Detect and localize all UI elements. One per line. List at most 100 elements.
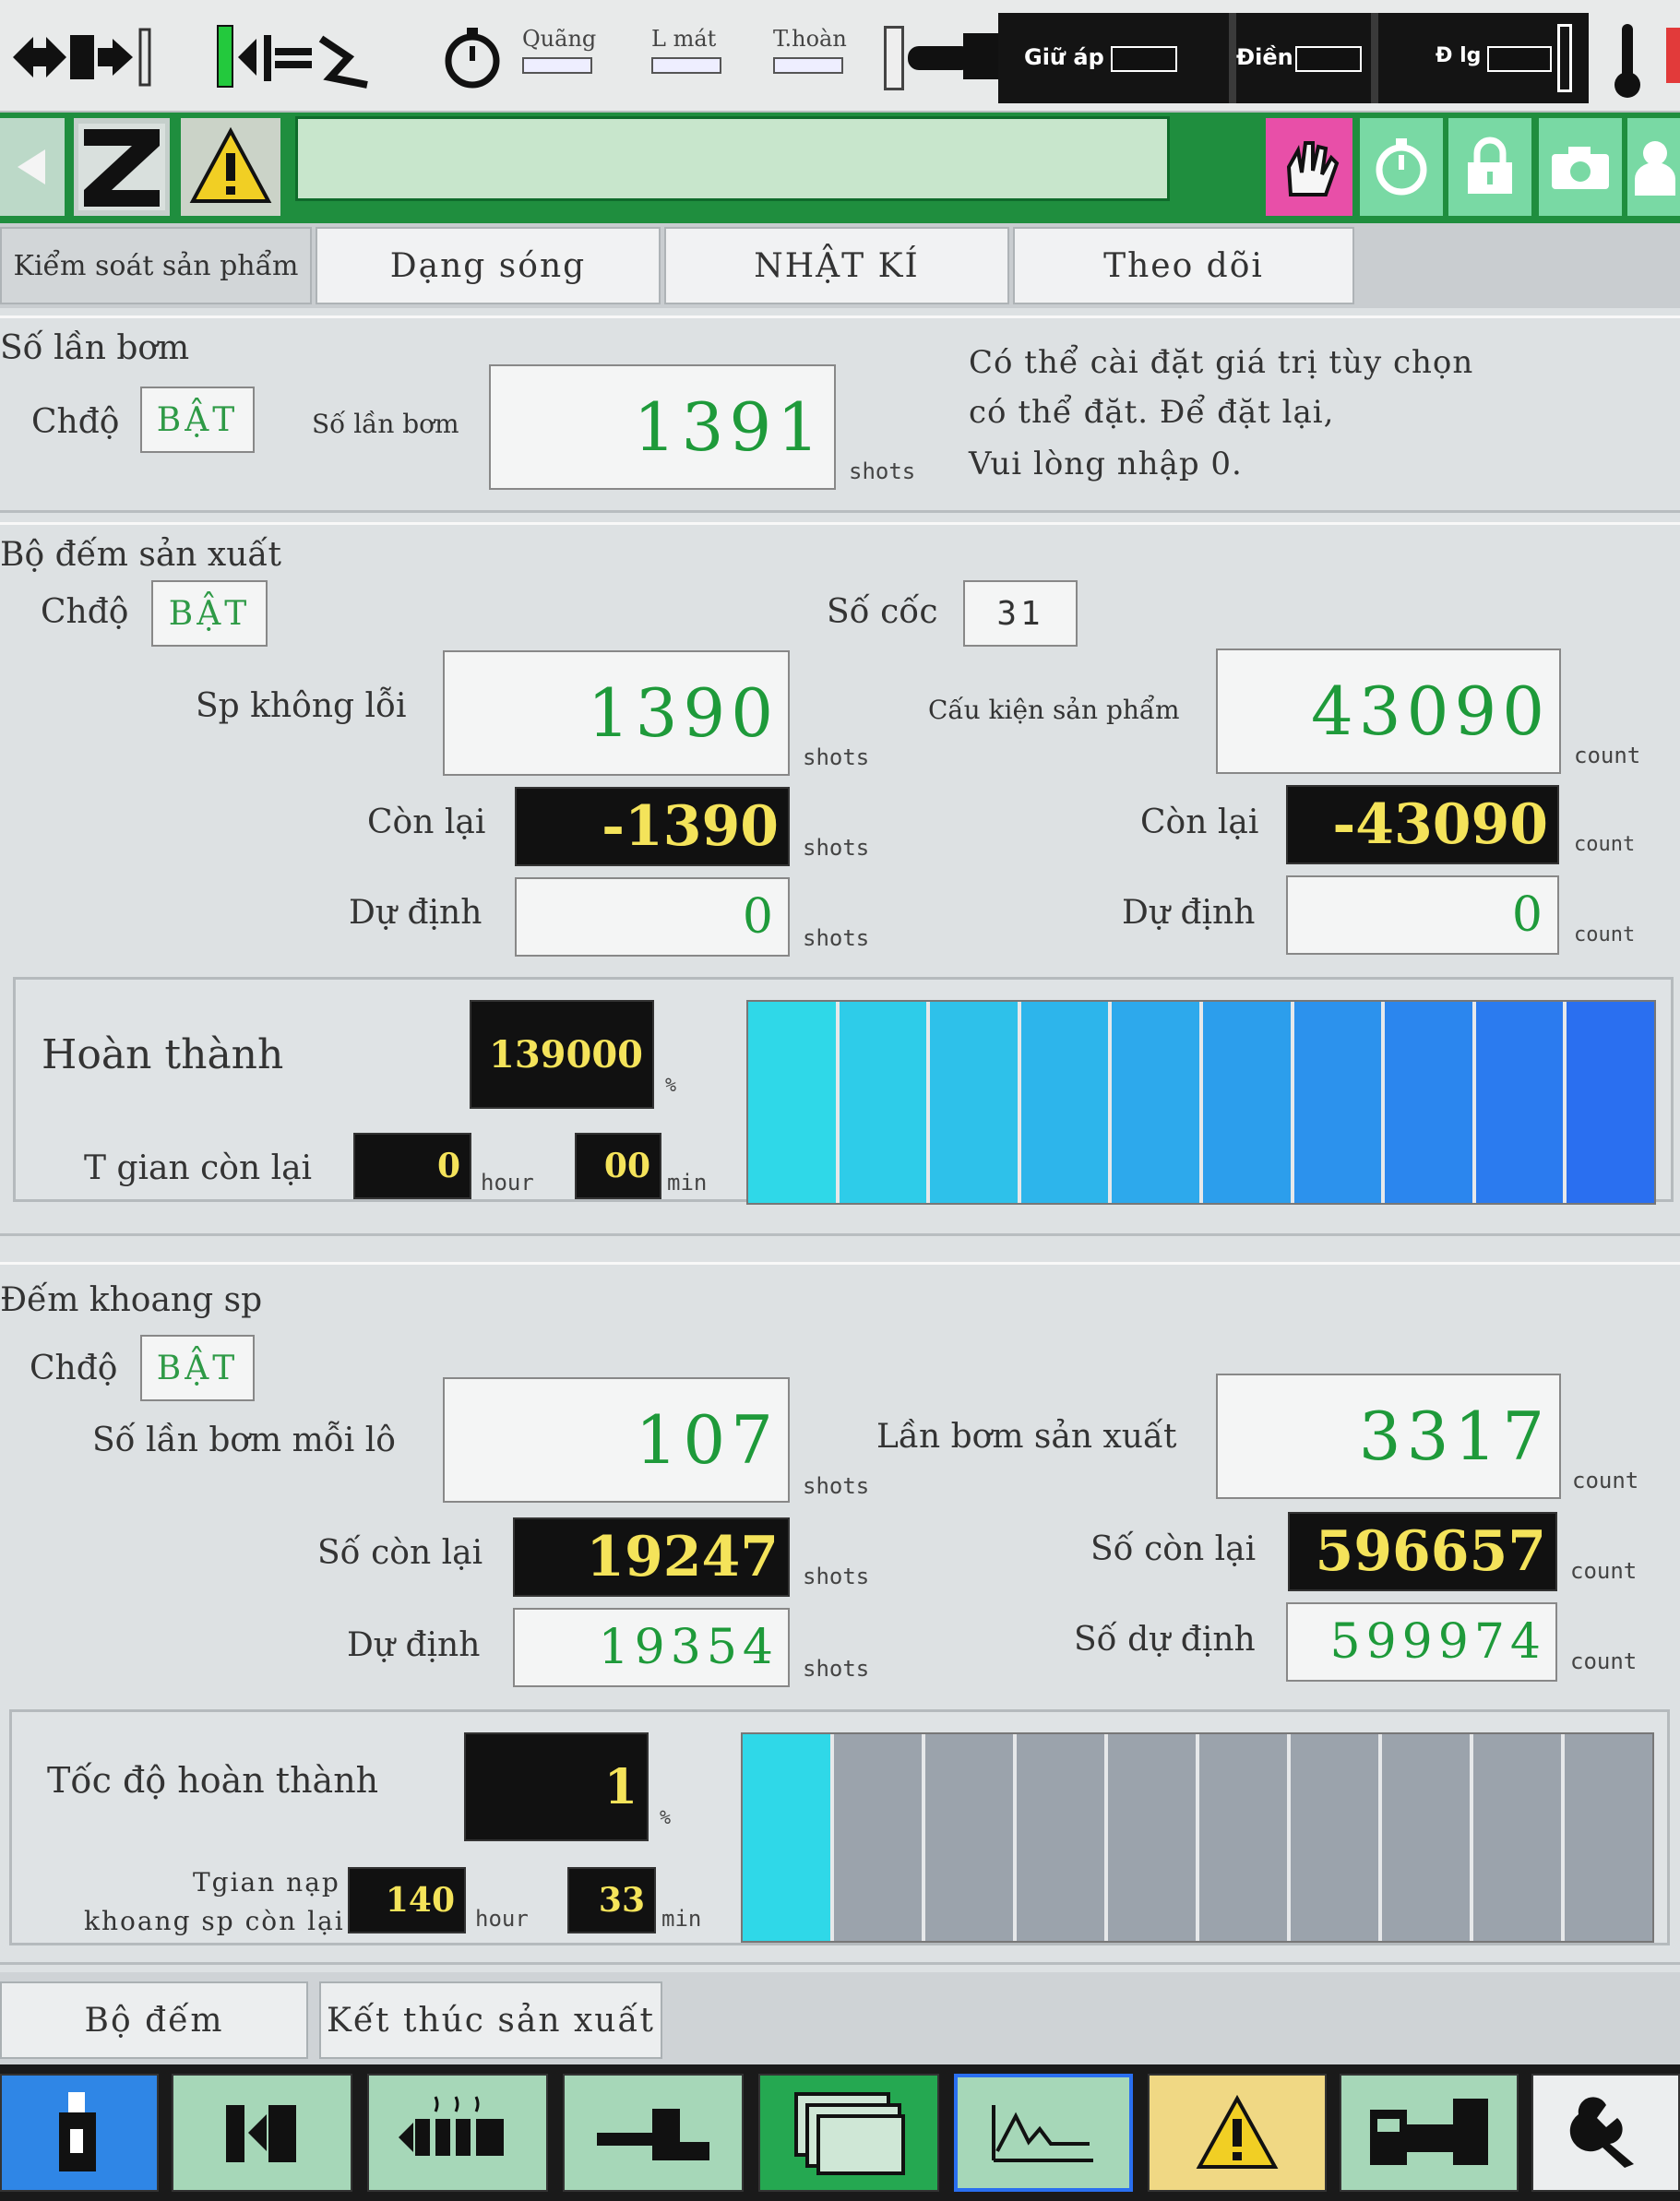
shots-per-lot-label: Số lần bơm mỗi lô: [92, 1422, 396, 1459]
end-production-button[interactable]: Kết thúc sản xuất: [319, 1981, 662, 2059]
unit-label: min: [661, 1906, 702, 1932]
nav-ejector[interactable]: [563, 2074, 744, 2192]
stroke-indicator: [522, 57, 592, 74]
nav-screens[interactable]: [758, 2074, 939, 2192]
feed-time-minutes: 33: [567, 1867, 656, 1933]
progress-segment: [743, 1734, 834, 1941]
cavity-input[interactable]: 31: [963, 580, 1078, 647]
shots-per-lot-input[interactable]: 107: [443, 1377, 790, 1503]
planned-shots-input[interactable]: 0: [515, 877, 790, 957]
camera-button[interactable]: [1539, 118, 1622, 216]
section-title: Số lần bơm: [0, 329, 190, 367]
nav-heater[interactable]: [367, 2074, 548, 2192]
shot-counter-input[interactable]: 1391: [489, 364, 836, 490]
touch-button[interactable]: [1266, 118, 1352, 216]
warning-button[interactable]: [181, 118, 280, 216]
unit-label: shots: [803, 835, 870, 861]
completion-rate-value: 1: [464, 1732, 649, 1841]
progress-segment: [930, 1002, 1021, 1203]
hand-touch-icon: [1286, 141, 1340, 196]
user-icon: [1634, 141, 1675, 196]
timer-button[interactable]: [1360, 118, 1443, 216]
camera-icon: [1552, 147, 1609, 189]
note-line: Vui lòng nhập 0.: [969, 446, 1243, 482]
counter-button[interactable]: Bộ đếm: [0, 1981, 308, 2059]
unit-label: min: [667, 1170, 708, 1196]
tab-waveform[interactable]: Dạng sóng: [316, 227, 661, 304]
wrench-icon: [1569, 2097, 1634, 2168]
good-parts-value: 1390: [443, 650, 790, 776]
unit-label: count: [1574, 923, 1636, 946]
production-shots-value: 3317: [1216, 1374, 1561, 1499]
progress-segment: [1017, 1734, 1108, 1941]
remaining-count-value: -43090: [1286, 785, 1559, 864]
completion-panel: Hoàn thành 139000 % T gian còn lại 0 hou…: [13, 977, 1674, 1205]
z-logo-button[interactable]: [74, 118, 170, 216]
unit-label: shots: [803, 925, 870, 951]
cavity-label: Số cốc: [827, 593, 938, 631]
user-button[interactable]: [1627, 118, 1680, 216]
planned-count-input[interactable]: 0: [1286, 875, 1559, 955]
note-line: Có thể cài đặt giá trị tùy chọn: [969, 344, 1474, 381]
unit-label: count: [1570, 1558, 1638, 1584]
unit-label: shots: [803, 1564, 870, 1589]
divider: [1371, 13, 1378, 103]
planned-count-label: Số dự định: [1074, 1621, 1256, 1659]
back-arrow-icon: [18, 149, 45, 184]
lock-button[interactable]: [1448, 118, 1531, 216]
progress-segment: [1291, 1734, 1382, 1941]
parts-value: 43090: [1216, 648, 1561, 774]
planned-count-input[interactable]: 599974: [1286, 1602, 1557, 1682]
filling-label: Điền: [1236, 44, 1293, 70]
nav-alarm[interactable]: [1148, 2074, 1327, 2192]
tab-product-control[interactable]: Kiểm soát sản phẩm: [0, 227, 312, 304]
alarm-icon: [1196, 2094, 1279, 2169]
remaining-label: Số còn lại: [317, 1534, 483, 1572]
tab-log[interactable]: NHẬT KÍ: [664, 227, 1009, 304]
progress-segment: [925, 1734, 1017, 1941]
planned-shots-input[interactable]: 19354: [513, 1608, 790, 1687]
nav-injection-unit[interactable]: [0, 2074, 159, 2192]
parts-label: Cấu kiện sản phẩm: [928, 695, 1180, 725]
metering-label: Đ lg: [1436, 44, 1482, 67]
mode-toggle[interactable]: BẬT: [140, 387, 255, 453]
cycle-indicator: [773, 57, 843, 74]
nav-waveform[interactable]: [954, 2074, 1133, 2192]
tab-monitor[interactable]: Theo dõi: [1013, 227, 1354, 304]
feed-time-hours: 140: [348, 1867, 466, 1933]
mode-toggle[interactable]: BẬT: [151, 580, 268, 647]
stopwatch-icon: [445, 28, 500, 89]
warning-icon: [189, 126, 272, 203]
nav-mold-clamp[interactable]: [172, 2074, 352, 2192]
progress-segment: [1020, 1002, 1113, 1203]
feed-time-label: Tgian nạp: [193, 1867, 340, 1898]
progress-segment: [1202, 1002, 1294, 1203]
message-field: [295, 116, 1170, 201]
section-title: Bộ đếm sản xuất: [0, 536, 281, 574]
unit-label: count: [1574, 743, 1641, 768]
remaining-count-value: 596657: [1288, 1512, 1557, 1591]
feed-time-label: khoang sp còn lại: [84, 1906, 345, 1936]
screens-icon: [794, 2092, 905, 2175]
z-logo-icon: [78, 124, 165, 210]
nav-machine[interactable]: [1340, 2074, 1519, 2192]
alarm-lamp: [1666, 28, 1680, 83]
bottom-button-row: Bộ đếm Kết thúc sản xuất: [0, 1972, 1680, 2064]
mode-toggle[interactable]: BẬT: [140, 1335, 255, 1401]
completion-rate-progress-bar: [741, 1732, 1654, 1943]
level-gauge: [884, 26, 904, 90]
nav-maintenance[interactable]: [1531, 2074, 1680, 2192]
unit-label: hour: [475, 1906, 529, 1932]
completion-value: 139000: [470, 1000, 654, 1109]
back-button[interactable]: [0, 118, 65, 216]
metering-gauge: [1557, 24, 1572, 92]
section-title: Đếm khoang sp: [0, 1281, 263, 1319]
progress-segment: [1293, 1002, 1386, 1203]
time-left-label: T gian còn lại: [84, 1149, 313, 1187]
unit-label: shots: [803, 744, 870, 770]
divider: [1229, 13, 1236, 103]
interval-counter-section: Đếm khoang sp Chđộ BẬT Số lần bơm mỗi lô…: [0, 1262, 1680, 1965]
heater-icon: [399, 2096, 504, 2156]
unit-label: count: [1574, 833, 1636, 856]
metering-indicator: [1487, 46, 1552, 72]
